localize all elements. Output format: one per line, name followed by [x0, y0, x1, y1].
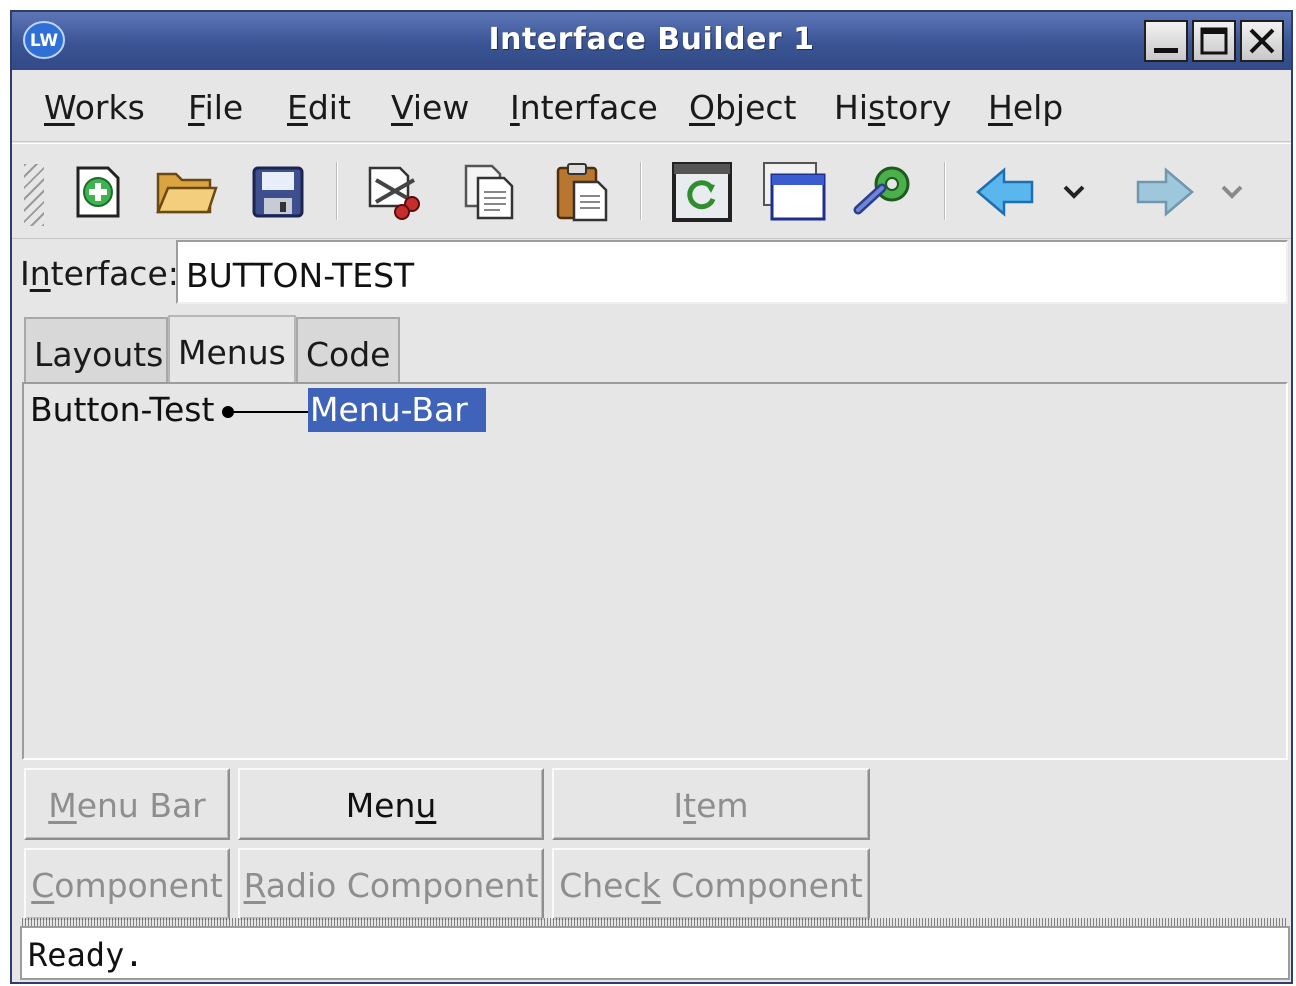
- forward-button[interactable]: [1130, 158, 1198, 226]
- dropdown-chevron-icon: [1221, 185, 1243, 199]
- maximize-button[interactable]: [1192, 20, 1236, 62]
- toolbar: [12, 143, 1291, 239]
- cut-icon: [368, 166, 420, 220]
- menu-bar: Works File Edit View Interface Object Hi…: [12, 70, 1291, 142]
- back-arrow-icon: [976, 167, 1034, 217]
- save-button[interactable]: [244, 158, 312, 226]
- toolbar-separator: [640, 162, 642, 220]
- cut-button[interactable]: [362, 158, 430, 226]
- interface-name-input[interactable]: BUTTON-TEST: [176, 240, 1288, 304]
- component-button[interactable]: Component: [24, 848, 230, 920]
- status-bar: Ready.: [20, 926, 1290, 980]
- check-component-button[interactable]: Check Component: [552, 848, 870, 920]
- minimize-button[interactable]: [1144, 20, 1188, 62]
- toolbar-separator: [336, 162, 338, 220]
- maximize-icon: [1200, 27, 1228, 55]
- copy-icon: [464, 164, 514, 220]
- menu-works[interactable]: Works: [44, 88, 145, 127]
- menu-view[interactable]: View: [391, 88, 469, 127]
- refresh-icon: [672, 162, 732, 222]
- window-button[interactable]: [760, 158, 828, 226]
- menu-button[interactable]: Menu: [238, 768, 544, 840]
- interface-label: Interface:: [20, 254, 179, 293]
- save-icon: [252, 166, 304, 218]
- back-button[interactable]: [972, 158, 1040, 226]
- forward-history-dropdown[interactable]: [1212, 158, 1252, 226]
- tab-layouts[interactable]: Layouts: [24, 317, 168, 385]
- forward-arrow-icon: [1136, 167, 1194, 217]
- menu-object[interactable]: Object: [689, 88, 797, 127]
- pane-splitter[interactable]: [22, 918, 1288, 926]
- minimize-icon: [1154, 48, 1178, 53]
- open-button[interactable]: [152, 158, 220, 226]
- menu-tree-panel[interactable]: Button-Test Menu-Bar: [22, 382, 1288, 760]
- menu-edit[interactable]: Edit: [287, 88, 351, 127]
- toolbar-grip[interactable]: [24, 164, 44, 226]
- menu-file[interactable]: File: [188, 88, 243, 127]
- close-button[interactable]: [1240, 20, 1284, 62]
- title-bar[interactable]: LW Interface Builder 1: [12, 12, 1291, 70]
- new-button[interactable]: [64, 158, 132, 226]
- tree-node-selected[interactable]: Menu-Bar: [308, 388, 486, 432]
- refresh-button[interactable]: [668, 158, 736, 226]
- window-icon: [763, 162, 826, 221]
- interface-builder-window: LW Interface Builder 1 Works File Edit V…: [10, 10, 1293, 984]
- new-icon: [76, 166, 120, 218]
- paste-button[interactable]: [548, 158, 616, 226]
- window-title: Interface Builder 1: [488, 22, 815, 57]
- menu-interface[interactable]: Interface: [510, 88, 658, 127]
- back-history-dropdown[interactable]: [1054, 158, 1094, 226]
- open-folder-icon: [156, 172, 218, 214]
- item-button[interactable]: Item: [552, 768, 870, 840]
- tab-menus[interactable]: Menus: [168, 315, 296, 385]
- paste-icon: [556, 163, 608, 222]
- menu-help[interactable]: Help: [988, 88, 1063, 127]
- tree-connector: [234, 411, 308, 413]
- tree-node-root[interactable]: Button-Test: [30, 390, 214, 429]
- copy-button[interactable]: [456, 158, 524, 226]
- menu-bar-button[interactable]: Menu Bar: [24, 768, 230, 840]
- tab-code[interactable]: Code: [296, 317, 400, 385]
- tree-node-dot: [222, 406, 234, 418]
- close-icon: [1249, 28, 1275, 54]
- wrench-gear-button[interactable]: [850, 158, 918, 226]
- radio-component-button[interactable]: Radio Component: [238, 848, 544, 920]
- dropdown-chevron-icon: [1063, 185, 1085, 199]
- menu-history[interactable]: History: [834, 88, 951, 127]
- wrench-gear-icon: [853, 166, 910, 215]
- toolbar-separator: [944, 162, 946, 220]
